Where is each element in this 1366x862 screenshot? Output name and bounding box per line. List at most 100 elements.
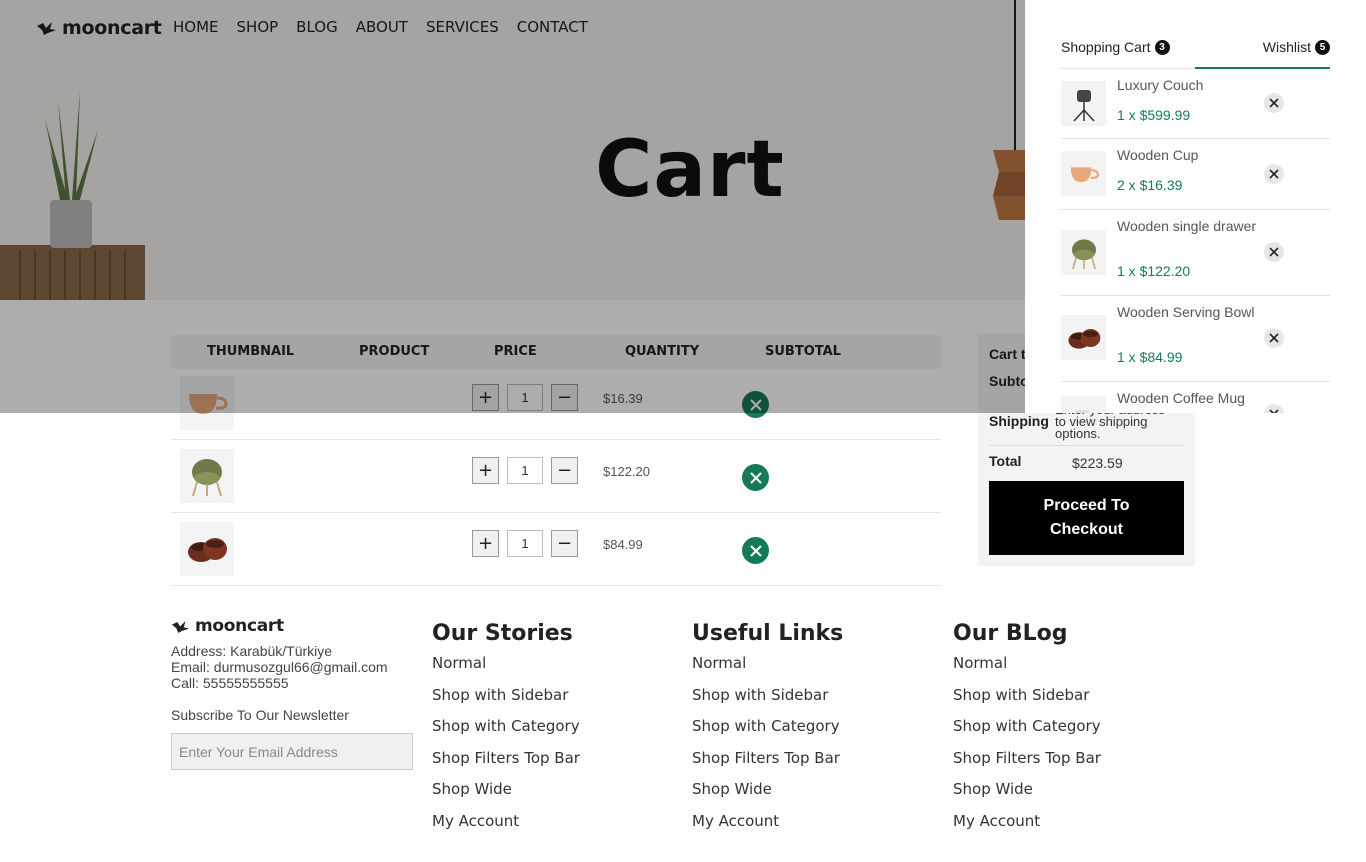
decrease-quantity-button[interactable]: − [551,457,578,484]
close-icon [1269,169,1279,179]
footer-link-normal[interactable]: Normal [953,653,1193,685]
mini-cart-item-name[interactable]: Wooden Serving Bowl [1117,304,1257,320]
mini-cart-item: Wooden Cup 2 x $16.39 [1061,139,1330,210]
brand-name: mooncart [195,616,284,636]
footer-column-our-stories: Our Stories Normal Shop with Sidebar Sho… [432,621,672,842]
shipping-label: Shipping [989,413,1049,429]
mini-cart-thumbnail[interactable] [1061,81,1106,126]
footer-link-my-account[interactable]: My Account [432,811,672,843]
footer-link-shop-sidebar[interactable]: Shop with Sidebar [692,685,932,717]
table-row: + − $84.99 [171,513,941,586]
mini-cart-thumbnail[interactable] [1061,230,1106,275]
decrease-quantity-button[interactable]: − [551,530,578,557]
chair-icon [1071,238,1096,269]
checkout-label-line: Proceed To [1043,497,1130,514]
footer-column-useful-links: Useful Links Normal Shop with Sidebar Sh… [692,621,932,842]
footer-column-our-blog: Our BLog Normal Shop with Sidebar Shop w… [953,621,1193,842]
close-icon [1269,333,1279,343]
footer-link-shop-filters[interactable]: Shop Filters Top Bar [692,748,932,780]
footer-link-shop-filters[interactable]: Shop Filters Top Bar [953,748,1193,780]
footer-link-shop-wide[interactable]: Shop Wide [692,779,932,811]
footer-link-shop-category[interactable]: Shop with Category [692,716,932,748]
tab-label: Shopping Cart [1061,39,1151,55]
mini-cart-item: Wooden single drawer 1 x $122.20 [1061,210,1330,296]
footer-link-shop-category[interactable]: Shop with Category [953,716,1193,748]
newsletter-label: Subscribe To Our Newsletter [171,707,349,723]
product-thumbnail[interactable] [180,522,234,576]
total-value: $223.59 [1072,455,1123,471]
mini-cart-item-price: 2 x $16.39 [1117,177,1183,193]
cart-count-badge: 3 [1154,39,1170,55]
table-row: + − $122.20 [171,440,941,513]
mini-cart-thumbnail[interactable] [1061,396,1106,413]
remove-mini-cart-item-button[interactable] [1264,93,1284,113]
remove-mini-cart-item-button[interactable] [1264,404,1284,413]
mini-cart-item-price: 1 x $84.99 [1117,349,1183,365]
shipping-note-line: options. [1055,426,1101,441]
chair-icon [192,459,222,497]
footer-link-shop-wide[interactable]: Shop Wide [953,779,1193,811]
remove-mini-cart-item-button[interactable] [1264,164,1284,184]
bowl-icon [1067,328,1100,349]
quantity-input[interactable] [507,457,543,484]
footer-link-normal[interactable]: Normal [692,653,932,685]
tab-wishlist[interactable]: Wishlist 5 [1263,39,1330,55]
mini-cart-item: Luxury Couch 1 x $599.99 [1061,69,1330,139]
close-icon [1269,247,1279,257]
newsletter-email-input[interactable] [171,733,413,770]
product-thumbnail[interactable] [180,449,234,503]
close-icon [1269,98,1279,108]
address-text: Address: Karabük/Türkiye [171,643,333,659]
mini-cart-thumbnail[interactable] [1061,151,1106,196]
tab-shopping-cart[interactable]: Shopping Cart 3 [1061,39,1170,55]
mini-cart-item-name[interactable]: Wooden Coffee Mug [1117,390,1257,406]
footer-column-title: Our Stories [432,621,573,646]
footer-column-title: Our BLog [953,621,1068,646]
mini-cart-item-price: 1 x $122.20 [1117,263,1191,279]
panel-tabs: Shopping Cart 3 Wishlist 5 [1061,36,1330,69]
lamp-icon [1072,89,1095,122]
footer-brand-logo[interactable]: mooncart [171,616,284,636]
footer-link-shop-filters[interactable]: Shop Filters Top Bar [432,748,672,780]
line-price: $84.99 [603,537,643,552]
footer-link-shop-wide[interactable]: Shop Wide [432,779,672,811]
footer-link-normal[interactable]: Normal [432,653,672,685]
mini-cart-thumbnail[interactable] [1061,315,1106,360]
close-icon [1269,409,1279,413]
footer-link-shop-category[interactable]: Shop with Category [432,716,672,748]
proceed-to-checkout-button[interactable]: Proceed To Checkout [989,481,1184,555]
wooden-cup-icon [1070,166,1099,182]
close-icon [749,544,762,557]
total-label: Total [989,453,1022,469]
bowl-icon [188,538,227,562]
checkout-label-line: Checkout [1050,521,1123,538]
mini-cart-item-name[interactable]: Wooden Cup [1117,147,1257,163]
close-icon [749,471,762,484]
quantity-input[interactable] [507,530,543,557]
remove-item-button[interactable] [742,464,769,491]
footer-link-my-account[interactable]: My Account [692,811,932,843]
mini-cart-item-name[interactable]: Luxury Couch [1117,77,1257,93]
phone-text: Call: 55555555555 [171,675,289,691]
remove-mini-cart-item-button[interactable] [1264,328,1284,348]
mini-cart-item-name[interactable]: Wooden single drawer [1117,218,1257,234]
line-price: $122.20 [603,464,650,479]
remove-mini-cart-item-button[interactable] [1264,242,1284,262]
quantity-stepper: + − [472,530,578,557]
mug-icon [1074,409,1092,413]
footer-link-shop-sidebar[interactable]: Shop with Sidebar [953,685,1193,717]
footer-link-my-account[interactable]: My Account [953,811,1193,843]
remove-item-button[interactable] [742,537,769,564]
footer-column-title: Useful Links [692,621,844,646]
divider [989,445,1184,446]
increase-quantity-button[interactable]: + [472,457,499,484]
mini-cart-item-price: 1 x $599.99 [1117,107,1191,123]
footer-link-shop-sidebar[interactable]: Shop with Sidebar [432,685,672,717]
email-text: Email: durmusozgul66@gmail.com [171,659,388,675]
wishlist-count-badge: 5 [1315,39,1330,55]
mini-cart-item: Wooden Serving Bowl 1 x $84.99 [1061,296,1330,382]
bird-logo-icon [171,620,190,633]
contact-info: Address: Karabük/Türkiye Email: durmusoz… [171,643,388,691]
tab-label: Wishlist [1262,39,1311,55]
increase-quantity-button[interactable]: + [472,530,499,557]
